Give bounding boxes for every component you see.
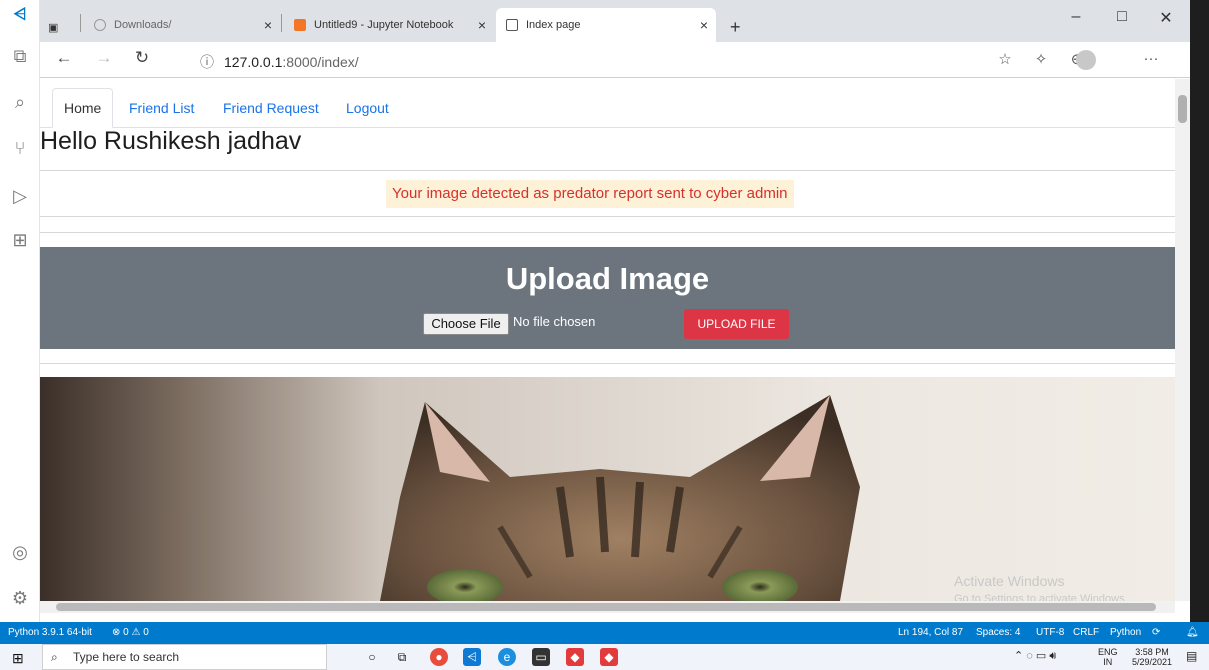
tab-label: Downloads/ — [114, 19, 172, 31]
extensions-icon[interactable]: ⊞ — [8, 228, 32, 252]
taskbar-search-box[interactable]: ⌕ Type here to search — [42, 644, 327, 670]
url-host: 127.0.0.1 — [224, 54, 283, 70]
python-interpreter[interactable]: Python 3.9.1 64-bit — [8, 627, 92, 638]
upload-section: Upload Image Choose File No file chosen … — [40, 247, 1175, 349]
favorites-list-icon[interactable]: ✧ — [1030, 50, 1052, 68]
divider — [40, 170, 1175, 171]
screen: ⩤ ⧉ ⌕ ⑂ ▷ ⊞ ◎ ⚙ ▣ Downloads/ × Untitled9… — [0, 0, 1209, 670]
greeting-heading: Hello Rushikesh jadhav — [40, 127, 302, 155]
url-field[interactable]: ⓘ 127.0.0.1:8000/index/ — [200, 52, 359, 72]
cursor-position[interactable]: Ln 194, Col 87 — [898, 627, 963, 638]
tab-actions-icon[interactable]: ▣ — [48, 10, 74, 44]
back-icon[interactable]: ← — [52, 48, 76, 68]
url-path: :8000/index/ — [282, 54, 359, 70]
upload-title: Upload Image — [505, 261, 710, 296]
terminal-icon[interactable]: ▭ — [532, 648, 550, 666]
vscode-activity-bar: ⩤ ⧉ ⌕ ⑂ ▷ ⊞ ◎ ⚙ — [0, 0, 40, 622]
problems-indicator[interactable]: ⊗ 0 ⚠ 0 — [112, 627, 149, 638]
divider — [40, 363, 1175, 364]
file-status-text: No file chosen — [513, 314, 596, 329]
encoding[interactable]: UTF-8 — [1036, 627, 1064, 638]
address-bar: ← → ↻ ⓘ127.0.0.1:8000/index/ ☆ ✧ ⊕ ··· — [40, 42, 1190, 78]
tab-label: Index page — [526, 19, 581, 31]
notifications-icon[interactable]: 🔔︎ — [1186, 627, 1199, 638]
close-icon[interactable]: × — [478, 17, 486, 33]
line-endings[interactable]: CRLF — [1073, 627, 1099, 638]
clock[interactable]: 3:58 PM 5/29/2021 — [1132, 647, 1172, 667]
choose-file-button[interactable]: Choose File — [423, 313, 509, 335]
scroll-thumb[interactable] — [56, 603, 1156, 611]
run-debug-icon[interactable]: ▷ — [8, 184, 32, 208]
cat-photo — [40, 377, 1175, 601]
site-info-icon[interactable]: ⓘ — [200, 54, 214, 70]
language-code: ENG — [1098, 647, 1118, 657]
divider — [40, 232, 1175, 233]
alert-message: Your image detected as predator report s… — [386, 180, 794, 208]
app-icon[interactable]: ◆ — [566, 648, 584, 666]
vscode-status-bar: Python 3.9.1 64-bit ⊗ 0 ⚠ 0 Ln 194, Col … — [0, 622, 1209, 644]
vscode-logo-icon: ⩤ — [13, 6, 27, 23]
upload-file-button[interactable]: UPLOAD FILE — [684, 309, 789, 339]
search-icon[interactable]: ⌕ — [8, 90, 32, 114]
clock-time: 3:58 PM — [1135, 647, 1169, 657]
new-tab-button[interactable]: + — [720, 10, 751, 44]
loading-icon — [94, 19, 106, 31]
region-code: IN — [1103, 657, 1113, 667]
cortana-icon[interactable]: ○ — [363, 648, 381, 666]
jupyter-icon — [294, 19, 306, 31]
task-view-icon[interactable]: ⧉ — [393, 648, 411, 666]
live-share-icon[interactable]: ⟳ — [1152, 627, 1160, 638]
profile-avatar[interactable] — [1076, 50, 1096, 70]
clock-date: 5/29/2021 — [1132, 657, 1173, 667]
forward-icon[interactable]: → — [92, 48, 116, 68]
accounts-icon[interactable]: ◎ — [8, 540, 32, 564]
uploaded-cat-image — [40, 377, 1175, 601]
search-icon: ⌕ — [51, 650, 58, 664]
indentation[interactable]: Spaces: 4 — [976, 627, 1020, 638]
input-language[interactable]: ENG IN — [1098, 647, 1118, 667]
browser-tab-strip: ▣ Downloads/ × Untitled9 - Jupyter Noteb… — [40, 0, 1190, 42]
nav-tabs: Home Friend List Friend Request Logout — [40, 88, 1175, 128]
close-window-button[interactable]: ✕ — [1146, 8, 1186, 28]
close-icon[interactable]: × — [700, 17, 708, 33]
source-control-icon[interactable]: ⑂ — [8, 136, 32, 160]
more-menu-icon[interactable]: ··· — [1140, 50, 1162, 67]
close-icon[interactable]: × — [264, 17, 272, 33]
tab-friend-request[interactable]: Friend Request — [212, 88, 330, 128]
app-icon[interactable]: ◆ — [600, 648, 618, 666]
tab-jupyter[interactable]: Untitled9 - Jupyter Notebook × — [284, 8, 494, 42]
search-placeholder: Type here to search — [73, 650, 180, 664]
settings-gear-icon[interactable]: ⚙ — [8, 586, 32, 610]
refresh-icon[interactable]: ↻ — [130, 48, 154, 68]
tab-logout[interactable]: Logout — [335, 88, 400, 128]
vscode-taskbar-icon[interactable]: ⩤ — [463, 648, 481, 666]
divider — [40, 216, 1175, 217]
web-page: Home Friend List Friend Request Logout H… — [40, 79, 1175, 601]
page-icon — [506, 19, 518, 31]
editor-edge — [1190, 0, 1209, 622]
tab-index-page[interactable]: Index page × — [496, 8, 716, 42]
action-center-icon[interactable]: ▤ — [1186, 650, 1197, 662]
vertical-scrollbar[interactable] — [1175, 79, 1190, 601]
system-tray-icons[interactable]: ⌃ ◌ ▭ 🔊︎ — [1014, 651, 1056, 662]
activate-windows-title: Activate Windows — [954, 573, 1065, 589]
favorite-icon[interactable]: ☆ — [994, 50, 1016, 68]
edge-icon[interactable]: e — [498, 648, 516, 666]
minimize-button[interactable]: – — [1056, 8, 1096, 26]
horizontal-scrollbar[interactable] — [40, 601, 1175, 613]
activate-windows-subtitle: Go to Settings to activate Windows. — [954, 593, 1128, 601]
tab-friend-list[interactable]: Friend List — [118, 88, 205, 128]
tab-label: Untitled9 - Jupyter Notebook — [314, 19, 454, 31]
windows-taskbar: ⊞ ⌕ Type here to search ○ ⧉ ● ⩤ e ▭ ◆ ◆ … — [0, 644, 1209, 670]
explorer-icon[interactable]: ⧉ — [8, 44, 32, 68]
windows-start-icon[interactable]: ⊞ — [12, 650, 24, 667]
language-mode[interactable]: Python — [1110, 627, 1141, 638]
tab-downloads[interactable]: Downloads/ × — [84, 8, 280, 42]
chrome-icon[interactable]: ● — [430, 648, 448, 666]
scroll-thumb[interactable] — [1178, 95, 1187, 123]
maximize-button[interactable]: □ — [1102, 8, 1142, 26]
tab-home[interactable]: Home — [52, 88, 114, 128]
